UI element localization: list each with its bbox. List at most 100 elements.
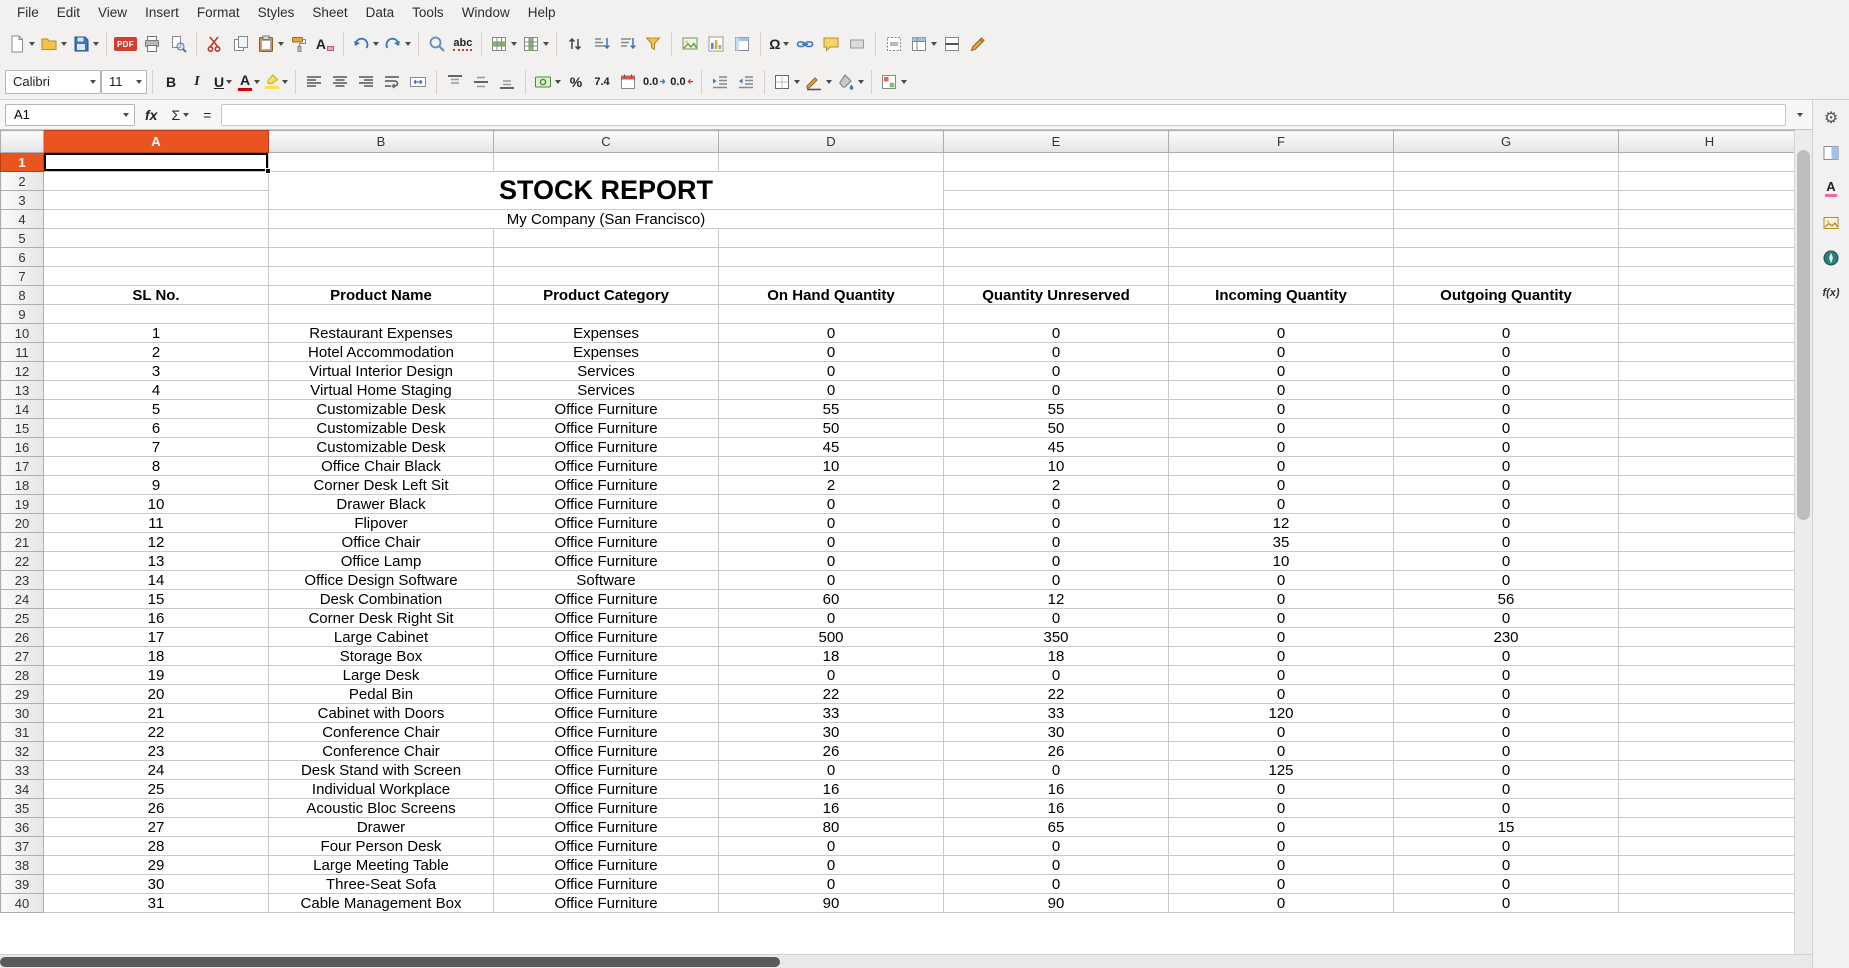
cell-G17[interactable]: 0 xyxy=(1394,457,1619,476)
export-pdf-button[interactable]: PDF xyxy=(112,31,139,58)
format-as-currency-button[interactable] xyxy=(531,68,563,95)
cell-B13[interactable]: Virtual Home Staging xyxy=(269,381,494,400)
row-header-12[interactable]: 12 xyxy=(1,362,44,381)
cell-C36[interactable]: Office Furniture xyxy=(494,818,719,837)
cell-A21[interactable]: 12 xyxy=(44,533,269,552)
cell-H25[interactable] xyxy=(1619,609,1795,628)
cell-H1[interactable] xyxy=(1619,153,1795,172)
cell-F27[interactable]: 0 xyxy=(1169,647,1394,666)
cell-C34[interactable]: Office Furniture xyxy=(494,780,719,799)
cell-H38[interactable] xyxy=(1619,856,1795,875)
row-header-32[interactable]: 32 xyxy=(1,742,44,761)
cell-F9[interactable] xyxy=(1169,305,1394,324)
sort-ascending-button[interactable] xyxy=(588,31,614,58)
cell-F6[interactable] xyxy=(1169,248,1394,267)
row-header-6[interactable]: 6 xyxy=(1,248,44,267)
cell-H10[interactable] xyxy=(1619,324,1795,343)
cell-B26[interactable]: Large Cabinet xyxy=(269,628,494,647)
format-as-number-button[interactable]: 7.4 xyxy=(589,68,615,95)
cell-F8[interactable]: Incoming Quantity xyxy=(1169,286,1394,305)
cell-H4[interactable] xyxy=(1619,210,1795,229)
cell-C18[interactable]: Office Furniture xyxy=(494,476,719,495)
cell-H39[interactable] xyxy=(1619,875,1795,894)
name-box[interactable]: A1 xyxy=(5,104,135,126)
row-header-22[interactable]: 22 xyxy=(1,552,44,571)
cell-B2[interactable]: STOCK REPORT xyxy=(269,172,944,210)
cell-C35[interactable]: Office Furniture xyxy=(494,799,719,818)
cell-E18[interactable]: 2 xyxy=(944,476,1169,495)
cell-B38[interactable]: Large Meeting Table xyxy=(269,856,494,875)
cell-F32[interactable]: 0 xyxy=(1169,742,1394,761)
cell-H14[interactable] xyxy=(1619,400,1795,419)
cell-G37[interactable]: 0 xyxy=(1394,837,1619,856)
redo-button[interactable] xyxy=(381,31,413,58)
sort-descending-button[interactable] xyxy=(614,31,640,58)
cell-E32[interactable]: 26 xyxy=(944,742,1169,761)
sidebar-tab-properties[interactable] xyxy=(1817,140,1845,166)
row-header-26[interactable]: 26 xyxy=(1,628,44,647)
cell-F4[interactable] xyxy=(1169,210,1394,229)
cell-A18[interactable]: 9 xyxy=(44,476,269,495)
menu-help[interactable]: Help xyxy=(519,3,565,22)
background-color-button[interactable] xyxy=(834,68,866,95)
cell-E30[interactable]: 33 xyxy=(944,704,1169,723)
column-header-A[interactable]: A xyxy=(44,131,269,153)
cell-C5[interactable] xyxy=(494,229,719,248)
menu-window[interactable]: Window xyxy=(453,3,519,22)
cell-E35[interactable]: 16 xyxy=(944,799,1169,818)
cell-E1[interactable] xyxy=(944,153,1169,172)
cell-F20[interactable]: 12 xyxy=(1169,514,1394,533)
cell-H40[interactable] xyxy=(1619,894,1795,913)
selection-handle[interactable] xyxy=(265,168,271,174)
cell-D39[interactable]: 0 xyxy=(719,875,944,894)
cell-H20[interactable] xyxy=(1619,514,1795,533)
delete-decimal-place-button[interactable]: 0.0 xyxy=(668,68,695,95)
cell-B10[interactable]: Restaurant Expenses xyxy=(269,324,494,343)
cell-A16[interactable]: 7 xyxy=(44,438,269,457)
row-header-35[interactable]: 35 xyxy=(1,799,44,818)
cell-G15[interactable]: 0 xyxy=(1394,419,1619,438)
row-header-38[interactable]: 38 xyxy=(1,856,44,875)
cell-E20[interactable]: 0 xyxy=(944,514,1169,533)
font-color-button[interactable]: A xyxy=(236,68,262,95)
menu-format[interactable]: Format xyxy=(188,3,249,22)
cell-F25[interactable]: 0 xyxy=(1169,609,1394,628)
cell-G16[interactable]: 0 xyxy=(1394,438,1619,457)
bold-button[interactable]: B xyxy=(158,68,184,95)
cell-B34[interactable]: Individual Workplace xyxy=(269,780,494,799)
cell-G11[interactable]: 0 xyxy=(1394,343,1619,362)
cell-H29[interactable] xyxy=(1619,685,1795,704)
cell-H3[interactable] xyxy=(1619,191,1795,210)
cell-A24[interactable]: 15 xyxy=(44,590,269,609)
cell-F13[interactable]: 0 xyxy=(1169,381,1394,400)
align-top-button[interactable] xyxy=(442,68,468,95)
column-header-E[interactable]: E xyxy=(944,131,1169,153)
cell-F11[interactable]: 0 xyxy=(1169,343,1394,362)
cell-D27[interactable]: 18 xyxy=(719,647,944,666)
cell-A14[interactable]: 5 xyxy=(44,400,269,419)
cell-D18[interactable]: 2 xyxy=(719,476,944,495)
cell-E28[interactable]: 0 xyxy=(944,666,1169,685)
cell-D36[interactable]: 80 xyxy=(719,818,944,837)
add-decimal-place-button[interactable]: 0.0 xyxy=(641,68,668,95)
clear-formatting-button[interactable]: A xyxy=(312,31,338,58)
cell-H34[interactable] xyxy=(1619,780,1795,799)
cell-G26[interactable]: 230 xyxy=(1394,628,1619,647)
formula-input[interactable] xyxy=(221,104,1786,126)
cell-B40[interactable]: Cable Management Box xyxy=(269,894,494,913)
cell-F40[interactable]: 0 xyxy=(1169,894,1394,913)
cell-C12[interactable]: Services xyxy=(494,362,719,381)
cell-E5[interactable] xyxy=(944,229,1169,248)
cell-E11[interactable]: 0 xyxy=(944,343,1169,362)
cell-F36[interactable]: 0 xyxy=(1169,818,1394,837)
row-header-36[interactable]: 36 xyxy=(1,818,44,837)
cell-D22[interactable]: 0 xyxy=(719,552,944,571)
open-button[interactable] xyxy=(37,31,69,58)
cell-F39[interactable]: 0 xyxy=(1169,875,1394,894)
cell-H12[interactable] xyxy=(1619,362,1795,381)
cell-E33[interactable]: 0 xyxy=(944,761,1169,780)
cell-E2[interactable] xyxy=(944,172,1169,191)
cell-B31[interactable]: Conference Chair xyxy=(269,723,494,742)
row-header-30[interactable]: 30 xyxy=(1,704,44,723)
print-preview-button[interactable] xyxy=(165,31,191,58)
